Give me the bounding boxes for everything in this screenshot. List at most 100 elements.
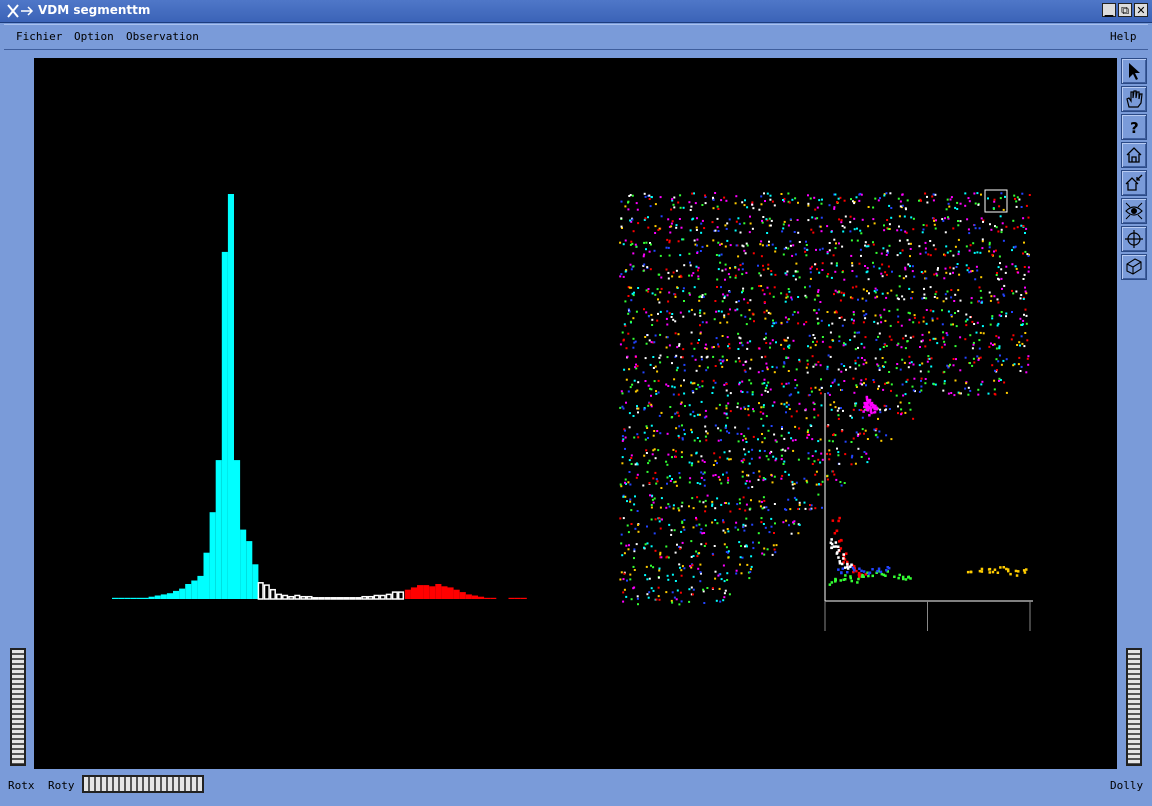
matrix-point [668,523,671,526]
matrix-point [656,288,659,291]
rotx-wheel[interactable] [10,648,26,766]
dolly-wheel[interactable] [1126,648,1142,766]
matrix-point [657,449,660,452]
minimize-icon[interactable]: ▁ [1102,3,1116,17]
matrix-point [773,532,775,534]
3d-viewport[interactable] [34,58,1117,769]
matrix-point [826,311,829,313]
matrix-point [764,526,767,529]
menu-fichier[interactable]: Fichier [16,30,62,43]
scatter-point [837,549,841,552]
seek-icon[interactable] [1121,226,1147,252]
matrix-point [821,247,824,250]
matrix-point [629,263,632,266]
matrix-point [620,273,623,276]
histogram-bar [246,541,253,599]
matrix-point [736,503,739,506]
matrix-point [872,379,875,381]
pick-arrow-icon[interactable] [1121,58,1147,84]
matrix-point [929,339,932,342]
matrix-point [798,241,801,243]
matrix-point [964,356,967,359]
matrix-point [668,241,671,244]
matrix-point [995,347,998,350]
matrix-point [995,274,998,276]
matrix-point [1020,206,1023,208]
matrix-point [813,298,816,301]
matrix-point [761,244,764,247]
matrix-point [650,518,653,521]
matrix-point [659,527,662,530]
matrix-point [623,323,626,326]
matrix-point [748,577,751,580]
scatter-point [1015,574,1019,577]
menu-help[interactable]: Help [1110,30,1137,43]
matrix-point [649,205,652,208]
roty-wheel[interactable] [82,775,204,793]
matrix-point [648,194,651,197]
matrix-point [746,206,749,209]
matrix-point [745,242,748,245]
matrix-point [796,384,799,387]
matrix-point [806,248,809,251]
matrix-point [689,477,692,480]
matrix-point [865,361,868,364]
matrix-point [763,553,766,556]
matrix-point [702,501,705,504]
matrix-point [620,542,623,545]
matrix-point [858,331,861,334]
matrix-point [683,379,685,382]
matrix-point [758,470,761,473]
matrix-point [757,264,759,267]
matrix-point [941,309,943,312]
matrix-point [899,205,902,208]
menu-observation[interactable]: Observation [126,30,199,43]
matrix-point [724,531,727,534]
matrix-point [843,226,846,229]
matrix-point [666,574,669,577]
matrix-point [757,438,759,441]
matrix-point [715,407,718,410]
matrix-point [705,356,708,359]
projection-icon[interactable] [1121,254,1147,280]
matrix-point [826,478,829,481]
menu-option[interactable]: Option [74,30,114,43]
set-home-icon[interactable] [1121,170,1147,196]
matrix-point [944,231,947,234]
matrix-point [956,208,959,210]
matrix-point [803,323,806,326]
title-bar[interactable]: VDM segmenttm ▁ ⧉ ✕ [0,0,1152,23]
matrix-point [712,464,715,466]
matrix-point [671,313,674,315]
matrix-point [888,310,891,313]
home-icon[interactable] [1121,142,1147,168]
matrix-point [932,199,935,202]
matrix-point [628,544,630,547]
maximize-icon[interactable]: ⧉ [1118,3,1132,17]
matrix-point [826,365,829,368]
matrix-point [993,200,996,203]
matrix-point [744,509,747,512]
matrix-point [840,221,843,224]
matrix-point [993,388,996,391]
matrix-point [945,271,948,274]
matrix-point [683,300,685,302]
matrix-point [860,379,863,382]
matrix-point [620,217,623,220]
matrix-point [835,264,838,267]
matrix-point [762,479,765,482]
matrix-point [856,434,859,437]
matrix-point [850,318,853,321]
matrix-point [694,202,697,205]
matrix-point [748,231,751,234]
matrix-point [645,565,648,568]
matrix-point [793,482,796,485]
matrix-point [673,529,676,532]
view-all-icon[interactable] [1121,198,1147,224]
matrix-point [921,362,924,365]
matrix-point [809,508,812,511]
matrix-point [703,602,706,604]
hand-icon[interactable] [1121,86,1147,112]
close-icon[interactable]: ✕ [1134,3,1148,17]
question-icon[interactable]: ? [1121,114,1147,140]
